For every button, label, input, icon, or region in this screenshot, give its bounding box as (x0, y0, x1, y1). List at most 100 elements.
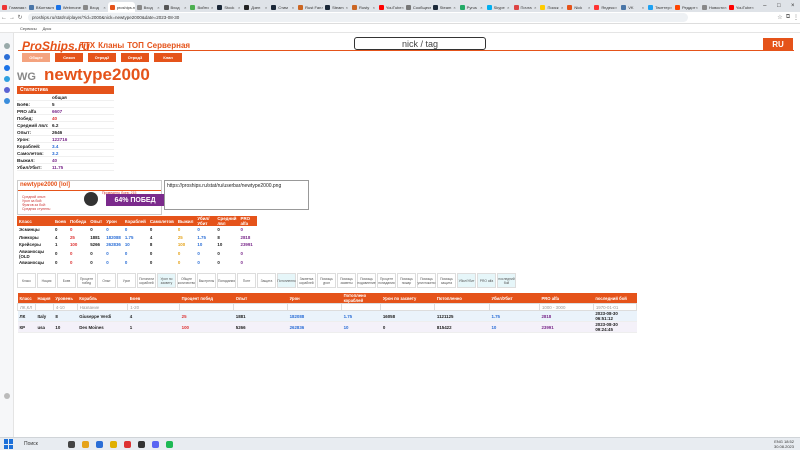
browser-tab[interactable]: Стим × (269, 2, 296, 12)
sidebar-icon-6[interactable] (4, 98, 10, 104)
column-toggle-button[interactable]: Помощь подавление (357, 273, 376, 288)
ship-filter-input[interactable]: 1-20 (127, 303, 181, 311)
class-table-header[interactable]: Боев (53, 216, 68, 226)
tab-close-icon[interactable]: × (453, 5, 455, 10)
minimize-icon[interactable]: – (758, 3, 772, 9)
sidebar-icon-2[interactable] (4, 54, 10, 60)
ship-filter-input[interactable] (341, 303, 382, 311)
column-toggle-button[interactable]: Помощь защита (437, 273, 456, 288)
steam-icon[interactable] (137, 440, 145, 448)
spotify-icon[interactable] (165, 440, 173, 448)
browser-tab[interactable]: proships.ru× (107, 2, 135, 12)
sidebar-icon-4[interactable] (4, 76, 10, 82)
class-table-header[interactable]: Кораблей (122, 216, 148, 226)
tab-close-icon[interactable]: × (346, 5, 348, 10)
windows-start-icon[interactable] (4, 439, 14, 449)
class-table-header[interactable]: Класс (17, 216, 53, 226)
back-icon[interactable]: ← (0, 15, 8, 21)
browser-tab[interactable]: Почта × (512, 2, 539, 12)
column-toggle-button[interactable]: Боев (57, 273, 76, 288)
browser-tab[interactable]: Webmoney× (54, 2, 81, 12)
column-toggle-button[interactable]: PRO alfa (477, 273, 496, 288)
column-toggle-button[interactable]: Процент побед (77, 273, 96, 288)
column-toggle-button[interactable]: Общее количество (177, 273, 196, 288)
ship-filter-input[interactable]: 1000 - 3000 (538, 303, 594, 311)
tab-close-icon[interactable]: × (507, 5, 509, 10)
column-toggle-button[interactable]: Защита (257, 273, 276, 288)
column-toggle-button[interactable]: Класс (17, 273, 36, 288)
settings-icon[interactable] (4, 393, 10, 399)
discord-icon[interactable] (151, 440, 159, 448)
browser-tab[interactable]: Nick × (565, 2, 592, 12)
tab-close-icon[interactable]: × (373, 5, 375, 10)
task-view-icon[interactable] (67, 440, 75, 448)
column-toggle-button[interactable]: Потопили кораблей (137, 273, 156, 288)
url-field[interactable]: proships.ru/stat/ru/player/?id=2000&nick… (28, 13, 688, 22)
subnav-clan[interactable]: Клан (154, 53, 182, 62)
column-toggle-button[interactable]: Помощь пожар (397, 273, 416, 288)
menu-icon[interactable]: ⋮ (792, 14, 800, 21)
tab-close-icon[interactable]: × (561, 5, 563, 10)
star-icon[interactable]: ☆ (776, 14, 784, 21)
browser-tab[interactable]: Вход × (81, 2, 108, 12)
ship-filter-input[interactable]: ЛК,КЛ (17, 303, 36, 311)
subnav-season[interactable]: Сезон (55, 53, 83, 62)
ship-table-header[interactable]: Корабль (77, 293, 128, 304)
browser-tab[interactable]: Главная × (0, 2, 27, 12)
nav-ttx[interactable]: ТТХ (80, 41, 95, 50)
ship-table-header[interactable]: Урон по засвету (380, 293, 435, 304)
column-toggle-button[interactable]: Потопленно (277, 273, 296, 288)
ship-table-header[interactable]: Нация (35, 293, 54, 304)
class-table-header[interactable]: Выжил (175, 216, 196, 226)
tab-close-icon[interactable]: × (670, 5, 672, 10)
tab-close-icon[interactable]: × (238, 5, 240, 10)
close-window-icon[interactable]: × (786, 3, 800, 9)
browser-tab[interactable]: Яндекс × (592, 2, 619, 12)
browser-tab[interactable]: Вход × (162, 2, 189, 12)
ship-filter-input[interactable]: 4-10 (52, 303, 78, 311)
ship-filter-input[interactable] (179, 303, 235, 311)
tab-close-icon[interactable]: × (265, 5, 267, 10)
tab-close-icon[interactable]: × (211, 5, 213, 10)
extensions-icon[interactable]: ⧉ (784, 14, 792, 21)
column-toggle-button[interactable]: Выстрелы (197, 273, 216, 288)
reload-icon[interactable]: ↻ (16, 14, 24, 21)
class-table-header[interactable]: Урон (104, 216, 123, 226)
tab-close-icon[interactable]: × (534, 5, 536, 10)
nav-top[interactable]: ТОП (127, 41, 144, 50)
class-table-header[interactable]: Самолетов (147, 216, 176, 226)
column-toggle-button[interactable]: Опыт (97, 273, 116, 288)
ship-filter-input[interactable] (233, 303, 289, 311)
browser-tab[interactable]: Новости × (700, 2, 727, 12)
ship-table-header[interactable]: Процент побед (179, 293, 234, 304)
subnav-division2[interactable]: Отряд2 (88, 53, 116, 62)
browser-tab[interactable]: Skype × (485, 2, 512, 12)
browser-tab[interactable]: Stock × (215, 2, 242, 12)
bookmark-services[interactable]: Сервисы (20, 26, 37, 31)
browser-tab[interactable]: YouTube × (377, 2, 404, 12)
nav-clans[interactable]: Кланы (98, 41, 124, 50)
vlc-icon[interactable] (109, 440, 117, 448)
column-toggle-button[interactable]: Понт (237, 273, 256, 288)
browser-tab[interactable]: Steam × (431, 2, 458, 12)
subnav-general[interactable]: Общее (22, 53, 50, 62)
ship-filter-input[interactable] (488, 303, 540, 311)
sidebar-icon-3[interactable] (4, 65, 10, 71)
nav-server[interactable]: Серверная (147, 41, 190, 50)
ship-table-row[interactable]: КР usa 10 Des Moines 1 100 5266 262836 10 0 815422… (17, 321, 637, 333)
class-table-header[interactable]: Опыт (88, 216, 105, 226)
opera-icon[interactable] (123, 440, 131, 448)
ship-table-row[interactable]: ЛК Italy 8 Giuseppe Verdi 4 25 1881 182088 1.75 1… (17, 310, 637, 322)
tab-close-icon[interactable]: × (696, 5, 698, 10)
class-table-header[interactable]: Победа (67, 216, 89, 226)
sidebar-icon-1[interactable] (4, 43, 10, 49)
browser-tab[interactable]: YouTube × (727, 2, 754, 12)
browser-tab[interactable]: Steam × (323, 2, 350, 12)
ship-table-header[interactable]: PRO alfa (539, 293, 594, 304)
userbar-code-field[interactable]: https://proships.ru/stat/ru/userbar/newt… (164, 180, 309, 210)
browser-tab[interactable]: Поиск × (538, 2, 565, 12)
bookmark-disk[interactable]: Диск (43, 26, 52, 31)
browser-tab[interactable]: Реддит × (673, 2, 700, 12)
column-toggle-button[interactable]: Урон (117, 273, 136, 288)
column-toggle-button[interactable]: Нация (37, 273, 56, 288)
